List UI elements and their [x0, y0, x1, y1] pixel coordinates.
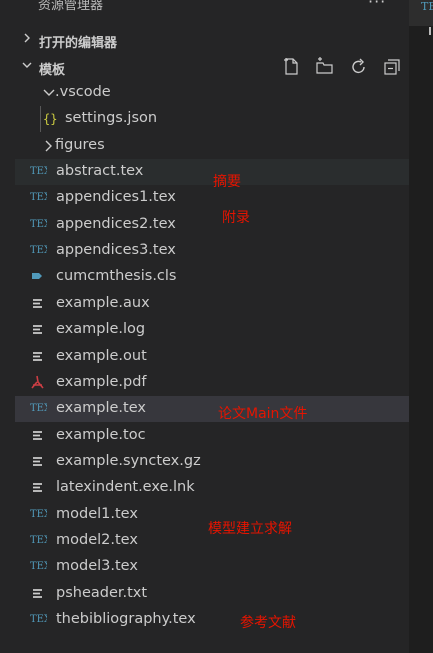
explorer-title-bar: 资源管理器 ··· [0, 0, 409, 24]
refresh-icon[interactable] [349, 57, 369, 77]
tree-item-label: thebibliography.tex [56, 611, 196, 627]
tree-file-row[interactable]: example.synctex.gz [15, 449, 409, 475]
text-file-icon [33, 431, 42, 440]
tree-file-row[interactable]: TEX thebibliography.tex [15, 607, 409, 633]
new-file-icon[interactable] [282, 57, 302, 77]
svg-text:TEX: TEX [30, 614, 47, 625]
tree-file-row[interactable]: example.out [15, 344, 409, 370]
tree-file-row[interactable]: psheader.txt [15, 581, 409, 607]
text-file-icon [33, 299, 42, 308]
tree-item-label: appendices2.tex [56, 216, 176, 232]
tree-item-label: figures [55, 137, 105, 153]
svg-text:TEX: TEX [30, 535, 47, 546]
tree-item-label: example.log [56, 321, 146, 337]
tree-item-label: example.aux [56, 295, 150, 311]
tex-file-icon: TEX [30, 509, 47, 520]
pdf-file-icon [31, 375, 44, 389]
tree-item-label: example.pdf [56, 374, 147, 390]
tree-item-label: example.synctex.gz [56, 453, 201, 469]
tree-file-row[interactable]: latexindent.exe.lnk [15, 475, 409, 501]
explorer-toolbar [282, 57, 402, 77]
text-file-icon [33, 483, 42, 492]
svg-text:TEX: TEX [30, 166, 47, 177]
tree-item-label: psheader.txt [56, 585, 148, 601]
annotation-abstract: 摘要 [213, 174, 241, 190]
annotation-appendix: 附录 [222, 210, 250, 226]
editor-tab-fragment: TE [421, 0, 433, 13]
more-actions-icon[interactable]: ··· [368, 0, 386, 11]
tree-item-label: model1.tex [56, 506, 138, 522]
explorer-title: 资源管理器 [38, 0, 104, 13]
open-editors-label: 打开的编辑器 [39, 36, 118, 51]
annotation-references: 参考文献 [240, 615, 296, 631]
tex-file-icon: TEX [30, 166, 47, 177]
svg-text:TEX: TEX [30, 509, 47, 520]
tree-item-label: abstract.tex [56, 163, 144, 179]
tree-file-row[interactable]: {} settings.json [15, 106, 409, 132]
tex-file-icon: TEX [30, 614, 47, 625]
tree-file-row[interactable]: example.log [15, 317, 409, 343]
svg-text:TEX: TEX [30, 219, 47, 230]
svg-text:TEX: TEX [30, 245, 47, 256]
tree-item-label: .vscode [55, 84, 111, 100]
tree-item-label: example.toc [56, 427, 146, 443]
svg-text:{}: {} [43, 112, 57, 126]
editor-area-edge: TE [409, 0, 433, 653]
folder-section-header[interactable]: 模板 [0, 55, 409, 79]
tex-file-icon: TEX [30, 245, 47, 256]
tree-item-label: example.tex [56, 400, 146, 416]
tree-item-label: example.out [56, 348, 147, 364]
editor-cursor [429, 27, 431, 35]
folder-label: 模板 [39, 63, 66, 78]
tex-file-icon: TEX [30, 219, 47, 230]
tree-item-label: appendices1.tex [56, 189, 176, 205]
text-file-icon [33, 589, 42, 598]
annotation-main-file: 论文Main文件 [218, 406, 308, 422]
tree-file-row[interactable]: example.toc [15, 423, 409, 449]
tree-file-row[interactable]: TEX appendices3.tex [15, 238, 409, 264]
svg-text:TEX: TEX [30, 561, 47, 572]
chevron-down-icon [22, 62, 32, 68]
tree-folder-row[interactable]: figures [15, 133, 409, 159]
tree-item-label: cumcmthesis.cls [56, 268, 177, 284]
text-file-icon [33, 352, 42, 361]
tree-file-row[interactable]: TEX appendices2.tex [15, 212, 409, 238]
tex-file-icon: TEX [30, 403, 47, 414]
tree-item-label: appendices3.tex [56, 242, 176, 258]
cls-file-icon [32, 273, 42, 279]
svg-text:TEX: TEX [30, 192, 47, 203]
tree-item-label: latexindent.exe.lnk [56, 479, 195, 495]
tree-folder-row[interactable]: .vscode [15, 80, 409, 106]
tree-file-row[interactable]: TEX example.tex [15, 396, 409, 422]
tree-file-row[interactable]: example.aux [15, 291, 409, 317]
svg-text:TEX: TEX [30, 403, 47, 414]
tex-file-icon: TEX [30, 561, 47, 572]
new-folder-icon[interactable] [315, 57, 335, 77]
collapse-all-icon[interactable] [382, 57, 402, 77]
text-file-icon [33, 457, 42, 466]
chevron-right-icon [24, 33, 30, 43]
open-editors-section-header[interactable]: 打开的编辑器 [0, 28, 409, 52]
tree-item-label: model2.tex [56, 532, 138, 548]
tex-file-icon: TEX [30, 192, 47, 203]
json-braces-icon: {} [43, 112, 57, 126]
tree-file-row[interactable]: example.pdf [15, 370, 409, 396]
tree-file-row[interactable]: TEX abstract.tex [15, 159, 409, 185]
text-file-icon [33, 325, 42, 334]
annotation-model: 模型建立求解 [208, 521, 292, 537]
tree-file-row[interactable]: TEX appendices1.tex [15, 185, 409, 211]
explorer-panel: 资源管理器 ··· 打开的编辑器 模板 .vscode {} settings.… [0, 0, 409, 653]
tree-file-row[interactable]: TEX model3.tex [15, 554, 409, 580]
editor-tab-bar[interactable]: TE [409, 0, 433, 26]
tree-item-label: settings.json [65, 110, 158, 126]
tex-file-icon: TEX [30, 535, 47, 546]
tree-file-row[interactable]: cumcmthesis.cls [15, 264, 409, 290]
tree-item-label: model3.tex [56, 558, 138, 574]
